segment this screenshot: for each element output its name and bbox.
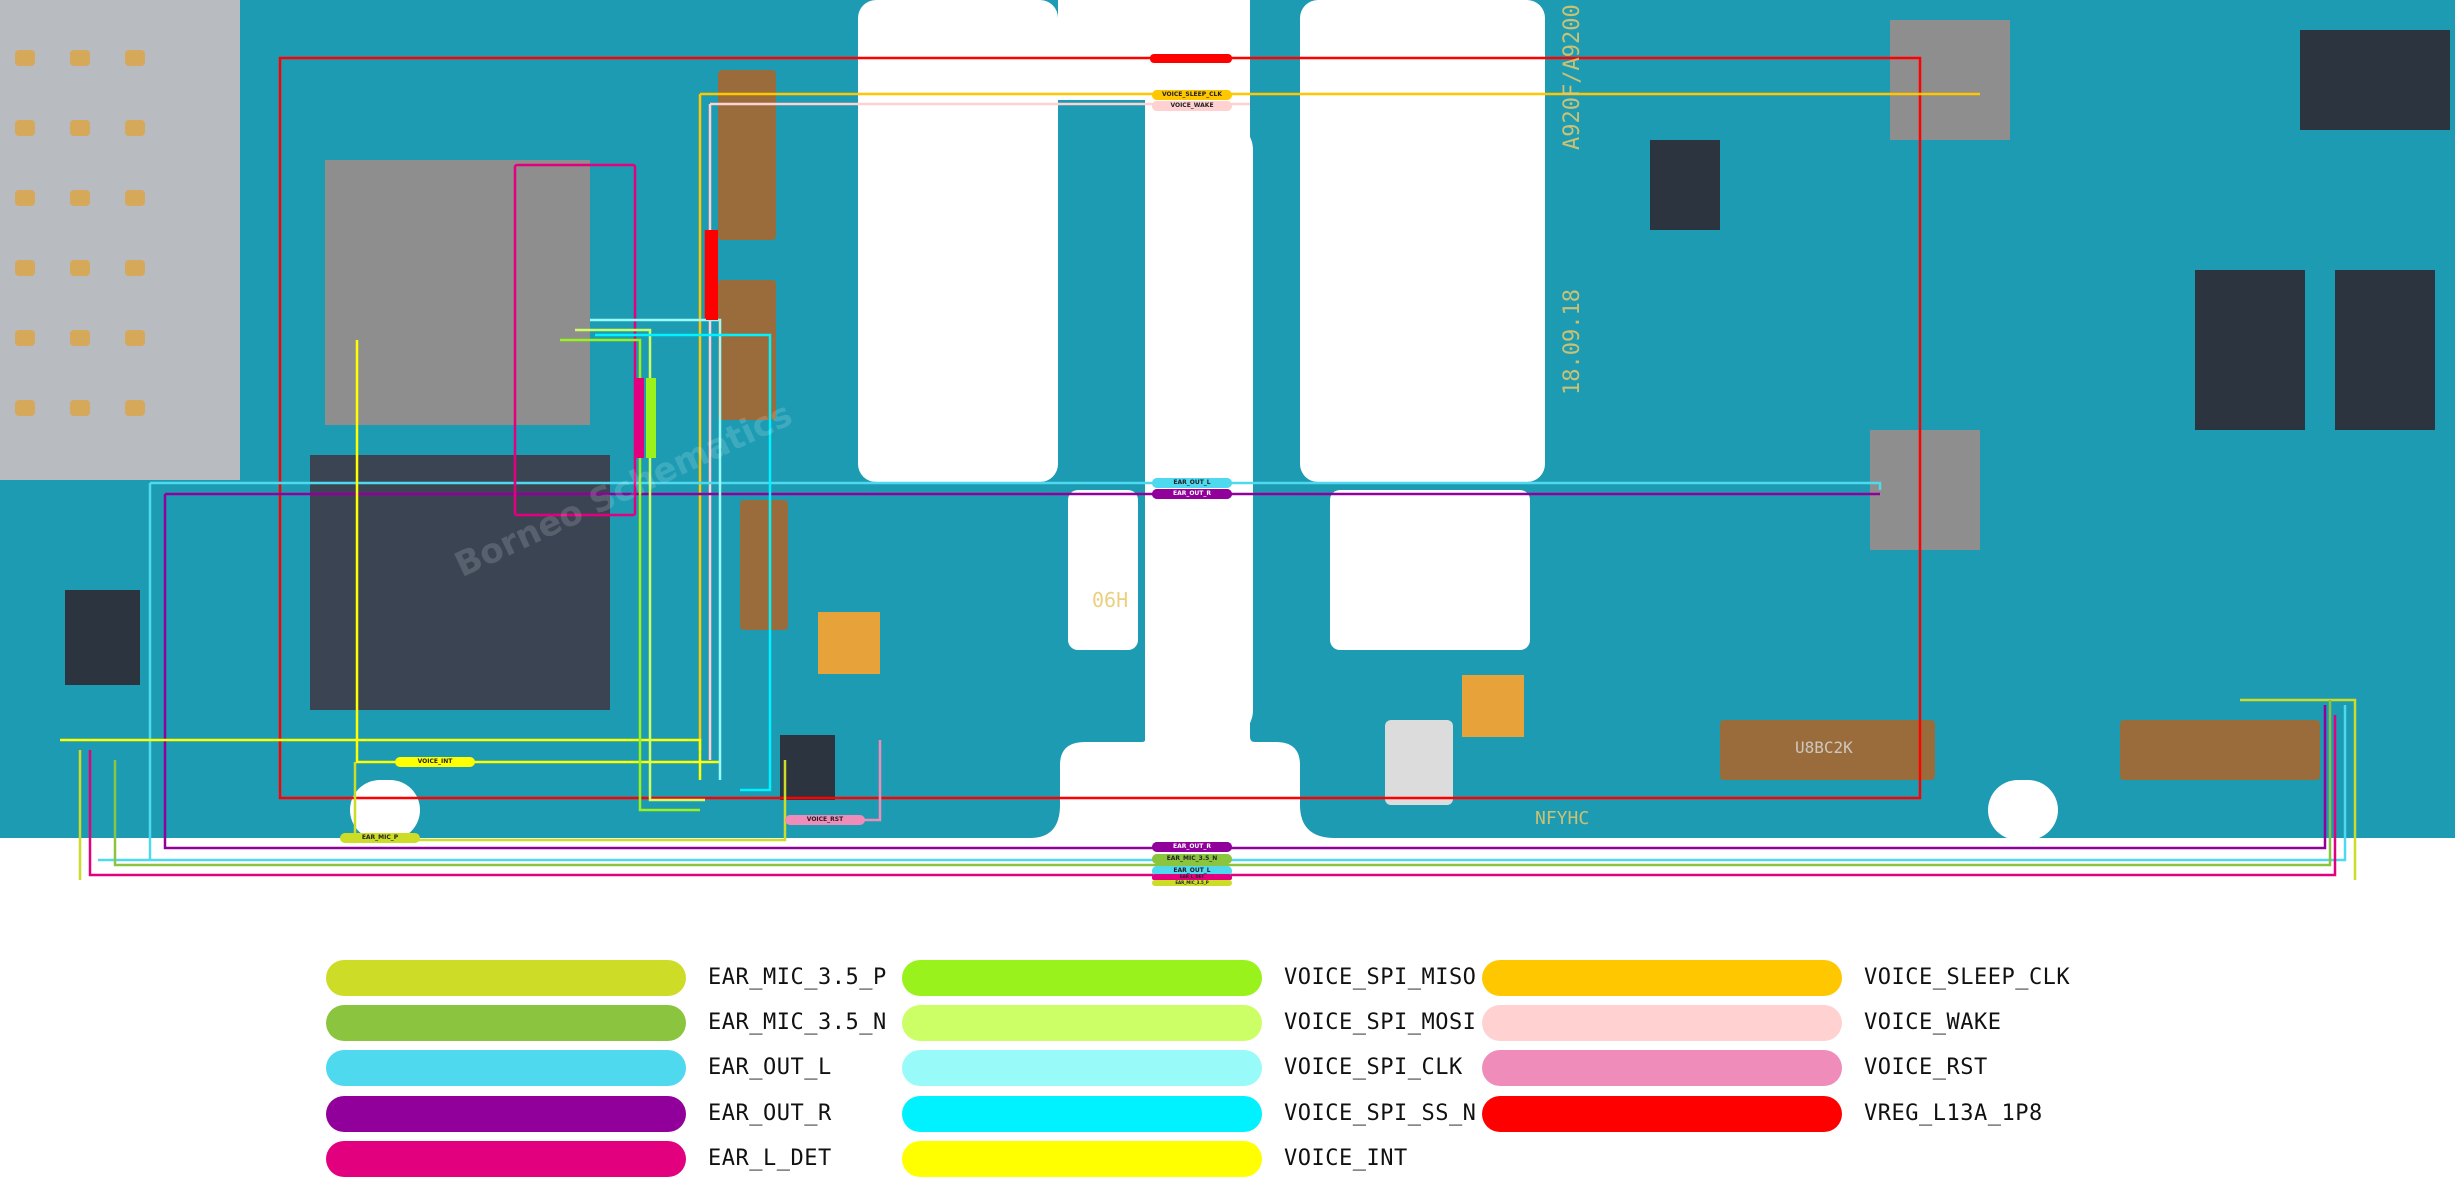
trace-label-ear-out-r-bottom: EAR_OUT_R	[1152, 842, 1232, 852]
pcb-cutout-notch-left	[1068, 490, 1138, 650]
right-bga-chip-mid	[1870, 430, 1980, 550]
sim-tray	[0, 0, 240, 480]
legend-label: VOICE_SPI_MISO	[1284, 965, 1477, 990]
connector-3	[740, 500, 788, 630]
legend-label: VOICE_SLEEP_CLK	[1864, 965, 2071, 990]
legend-swatch	[326, 1050, 686, 1086]
legend-label: VOICE_INT	[1284, 1146, 1408, 1171]
legend-swatch	[902, 1096, 1262, 1132]
soc-bga-chip	[325, 160, 590, 425]
legend-swatch	[1482, 1005, 1842, 1041]
silkscreen-date: 18.09.18	[1560, 289, 1585, 395]
legend-label: VOICE_SPI_MOSI	[1284, 1010, 1477, 1035]
trace-label-voice-int: VOICE_INT	[395, 757, 475, 767]
qr-label-right	[1462, 675, 1524, 737]
right-ic-4	[1650, 140, 1720, 230]
legend-label: VOICE_SPI_SS_N	[1284, 1101, 1477, 1126]
button-pad	[1385, 720, 1453, 805]
trace-label-ear-mic-3-5-p: EAR_MIC_3.5_P	[1152, 880, 1232, 886]
trace-label-ear-mic-3-5-n: EAR_MIC_3.5_N	[1152, 854, 1232, 864]
pcb-cutout-left	[858, 0, 1058, 482]
right-ic-3	[2300, 30, 2450, 130]
pcb-cutout-center-strip	[1058, 0, 1154, 100]
legend-swatch	[902, 1141, 1262, 1177]
connector-5	[2120, 720, 2320, 780]
trace-label-voice-sleep-clk: VOICE_SLEEP_CLK	[1152, 90, 1232, 100]
silkscreen-bottom-code: NFYHC	[1535, 808, 1590, 829]
legend-swatch	[1482, 1096, 1842, 1132]
trace-label-voice-wake: VOICE_WAKE	[1152, 101, 1232, 111]
legend-label: EAR_MIC_3.5_P	[708, 965, 887, 990]
legend-swatch	[1482, 960, 1842, 996]
pcb-left-hole	[350, 780, 420, 840]
legend-label: VOICE_WAKE	[1864, 1010, 2002, 1035]
pcb-cutout-notch-mid	[1148, 120, 1253, 740]
trace-label-ear-mic-p: EAR_MIC_P	[340, 833, 420, 843]
legend-label: VREG_L13A_1P8	[1864, 1101, 2043, 1126]
legend-swatch	[902, 1005, 1262, 1041]
left-ic-small	[65, 590, 140, 685]
right-pmic	[2195, 270, 2305, 430]
legend-label: EAR_OUT_R	[708, 1101, 832, 1126]
legend-label: EAR_MIC_3.5_N	[708, 1010, 887, 1035]
right-ic-2	[2335, 270, 2435, 430]
connector-1	[718, 70, 776, 240]
qr-label-left	[818, 612, 880, 674]
legend: EAR_MIC_3.5_P EAR_MIC_3.5_N EAR_OUT_L EA…	[0, 960, 2455, 1193]
legend-swatch	[902, 960, 1262, 996]
legend-label: VOICE_RST	[1864, 1055, 1988, 1080]
audio-codec-chip	[780, 735, 835, 800]
legend-label: EAR_L_DET	[708, 1146, 832, 1171]
pcb-cutout-notch-right	[1330, 490, 1530, 650]
legend-swatch	[1482, 1050, 1842, 1086]
legend-swatch	[326, 960, 686, 996]
silkscreen-connector-code: U8BC2K	[1795, 738, 1853, 757]
trace-label-ear-out-l: EAR_OUT_L	[1152, 478, 1232, 488]
trace-label-ear-out-r: EAR_OUT_R	[1152, 489, 1232, 499]
trace-label-voice-rst: VOICE_RST	[785, 815, 865, 825]
legend-label: EAR_OUT_L	[708, 1055, 832, 1080]
silkscreen-board-code: 06H	[1092, 588, 1129, 612]
legend-swatch	[326, 1005, 686, 1041]
right-bga-chip-top	[1890, 20, 2010, 140]
legend-swatch	[326, 1141, 686, 1177]
pcb-right-hole	[1988, 780, 2058, 840]
legend-swatch	[326, 1096, 686, 1132]
legend-label: VOICE_SPI_CLK	[1284, 1055, 1463, 1080]
pcb-board	[0, 0, 2455, 880]
silkscreen-model: A920F/A9200 06H	[1560, 0, 1585, 150]
connector-2	[718, 280, 776, 420]
legend-swatch	[902, 1050, 1262, 1086]
pcb-cutout-right	[1300, 0, 1545, 482]
